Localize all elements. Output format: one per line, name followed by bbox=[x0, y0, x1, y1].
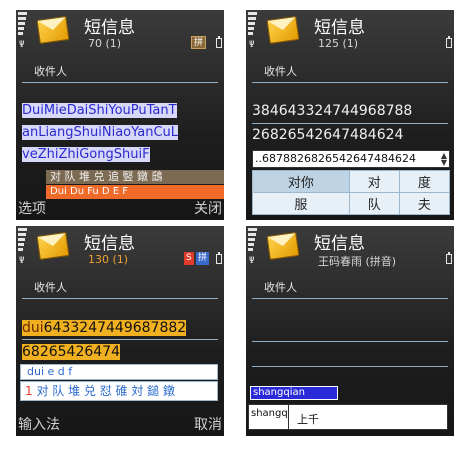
message-envelope-icon bbox=[36, 16, 70, 44]
recipient-label: 收件人 bbox=[34, 281, 67, 294]
body-line: 68265426474 bbox=[22, 344, 220, 360]
battery-icon bbox=[446, 36, 452, 48]
candidate-cell[interactable]: 服 bbox=[252, 192, 350, 215]
candidate-cell[interactable]: 对你 bbox=[252, 170, 350, 193]
candidate-list: 对 队 堆 兑 怼 碓 対 鎚 鐓 bbox=[36, 384, 175, 398]
candidate-grid: 对你 对 度 服 队 夫 bbox=[252, 170, 451, 215]
candidate-cell[interactable]: 对 bbox=[348, 170, 400, 193]
screen-4-wangma-input: Ψ 短信息 王码春雨 (拼音) 收件人 shangqian shangq 上千 bbox=[246, 226, 454, 436]
recipient-field-line[interactable] bbox=[22, 298, 218, 299]
char-count: 70 (1) bbox=[88, 37, 122, 50]
app-title: 短信息 bbox=[314, 234, 365, 254]
body-line: veZhiZhiGongShuiF bbox=[22, 147, 150, 162]
char-count: 130 (1) bbox=[88, 253, 129, 266]
candidate-row[interactable]: 1 对 队 堆 兑 怼 碓 対 鎚 鐓 bbox=[20, 381, 218, 401]
candidate-item[interactable]: 上千 bbox=[297, 411, 319, 427]
input-mode-badge[interactable]: 拼 bbox=[196, 252, 210, 265]
battery-icon bbox=[446, 252, 452, 264]
input-method-name: 王码春雨 (拼音) bbox=[318, 255, 397, 268]
softkey-close[interactable]: 关闭 bbox=[194, 198, 222, 218]
antenna-icon: Ψ bbox=[249, 256, 255, 266]
spelling-row[interactable]: dui e d f bbox=[20, 364, 218, 380]
candidate-cell[interactable]: 夫 bbox=[398, 192, 451, 215]
recipient-field-line[interactable] bbox=[22, 82, 218, 83]
candidate-cell[interactable]: 队 bbox=[348, 192, 400, 215]
body-text: 6433247449687882 bbox=[43, 320, 187, 336]
input-mode-badge[interactable]: 拼 bbox=[191, 36, 207, 49]
body-line-rule bbox=[252, 123, 448, 124]
digit-input-value: ..6878826826542647484624 bbox=[255, 152, 416, 165]
body-line-rule bbox=[22, 339, 218, 340]
screen-2-digit-input: Ψ 短信息 125 (1) 收件人 384643324744968788 268… bbox=[246, 10, 454, 220]
sogou-badge[interactable]: S bbox=[184, 252, 194, 265]
body-line-rule bbox=[252, 366, 448, 367]
app-title: 短信息 bbox=[84, 18, 135, 38]
body-line: 384643324744968788 bbox=[252, 103, 413, 119]
app-title: 短信息 bbox=[84, 234, 135, 254]
body-text: 68265426474 bbox=[22, 344, 120, 360]
battery-icon bbox=[216, 36, 222, 48]
antenna-icon: Ψ bbox=[19, 256, 25, 266]
message-body[interactable]: DuiMieDaiShiYouPuTanT anLiangShuiNiaoYan… bbox=[22, 100, 220, 166]
typed-spelling: shangq bbox=[249, 405, 289, 429]
body-line: dui6433247449687882 bbox=[22, 320, 220, 336]
scroll-arrows-icon[interactable]: ▲ ▼ bbox=[441, 152, 447, 167]
softkey-options[interactable]: 选项 bbox=[18, 198, 46, 218]
ime-candidate-panel[interactable]: shangq 上千 bbox=[248, 404, 448, 430]
recipient-label: 收件人 bbox=[264, 281, 297, 294]
screen-3-sogou-input: Ψ 短信息 130 (1) S 拼 收件人 dui643324744968788… bbox=[16, 226, 224, 436]
char-count: 125 (1) bbox=[318, 37, 359, 50]
message-envelope-icon bbox=[266, 16, 300, 44]
body-line: anLiangShuiNiaoYanCuL bbox=[22, 125, 179, 140]
body-line: DuiMieDaiShiYouPuTanT bbox=[22, 103, 177, 118]
recipient-field-line[interactable] bbox=[252, 298, 448, 299]
battery-icon bbox=[216, 252, 222, 264]
recipient-label: 收件人 bbox=[264, 65, 297, 78]
recipient-field-line[interactable] bbox=[252, 82, 448, 83]
message-envelope-icon bbox=[266, 232, 300, 260]
body-line: 26826542647484624 bbox=[252, 127, 404, 143]
body-line-rule bbox=[252, 341, 448, 342]
softkey-input-method[interactable]: 输入法 bbox=[18, 414, 60, 434]
candidate-index: 1 bbox=[25, 384, 33, 398]
digit-input-field[interactable]: ..6878826826542647484624 ▲ ▼ bbox=[252, 150, 450, 168]
spelling-bar[interactable]: Dui Du Fu D E F bbox=[46, 185, 224, 199]
app-title: 短信息 bbox=[314, 18, 365, 38]
composing-text: dui bbox=[22, 320, 44, 336]
message-envelope-icon bbox=[36, 232, 70, 260]
pinyin-composition-box[interactable]: shangqian bbox=[250, 386, 338, 400]
candidate-bar[interactable]: 对 队 堆 兑 追 竪 鐓 鴟 bbox=[46, 170, 224, 184]
softkey-cancel[interactable]: 取消 bbox=[194, 414, 222, 434]
antenna-icon: Ψ bbox=[19, 40, 25, 50]
antenna-icon: Ψ bbox=[249, 40, 255, 50]
recipient-label: 收件人 bbox=[34, 65, 67, 78]
screen-1-pinyin-input: Ψ 短信息 70 (1) 拼 收件人 DuiMieDaiShiYouPuTanT… bbox=[16, 10, 224, 220]
candidate-cell[interactable]: 度 bbox=[398, 170, 451, 193]
